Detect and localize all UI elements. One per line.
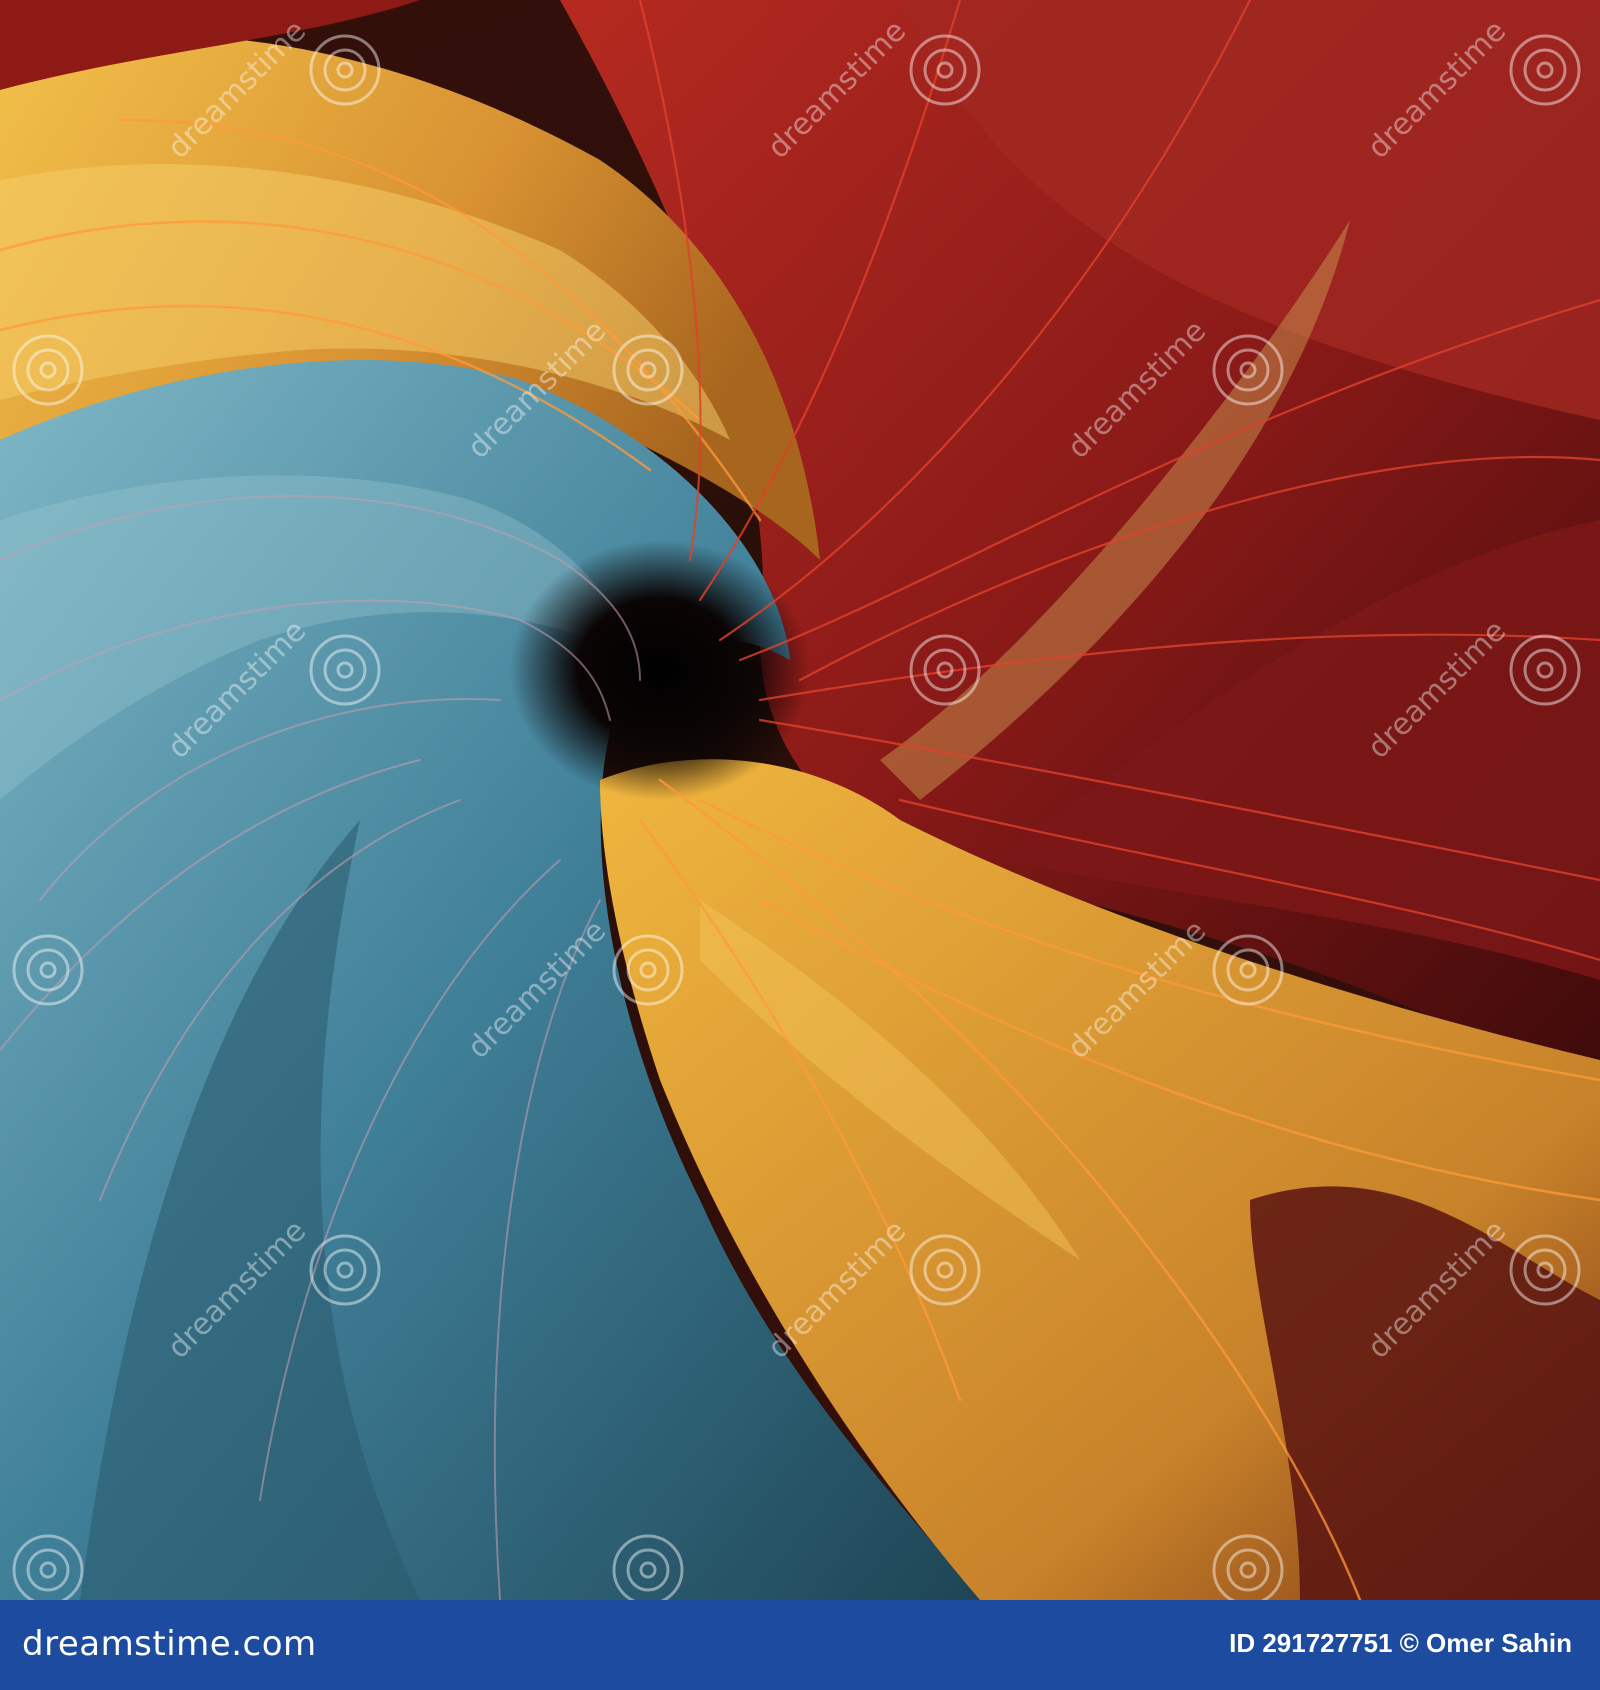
site-logo[interactable]: dreamstime.com: [22, 1624, 317, 1664]
image-credit: ID 291727751 © Omer Sahin: [1229, 1628, 1572, 1658]
silk-swirl-photo: dreamstime dreamstime dreamstime dreamst…: [0, 0, 1600, 1600]
stock-photo-page: dreamstime dreamstime dreamstime dreamst…: [0, 0, 1600, 1690]
credit-footer: dreamstime.com ID 291727751 © Omer Sahin: [0, 1600, 1600, 1690]
